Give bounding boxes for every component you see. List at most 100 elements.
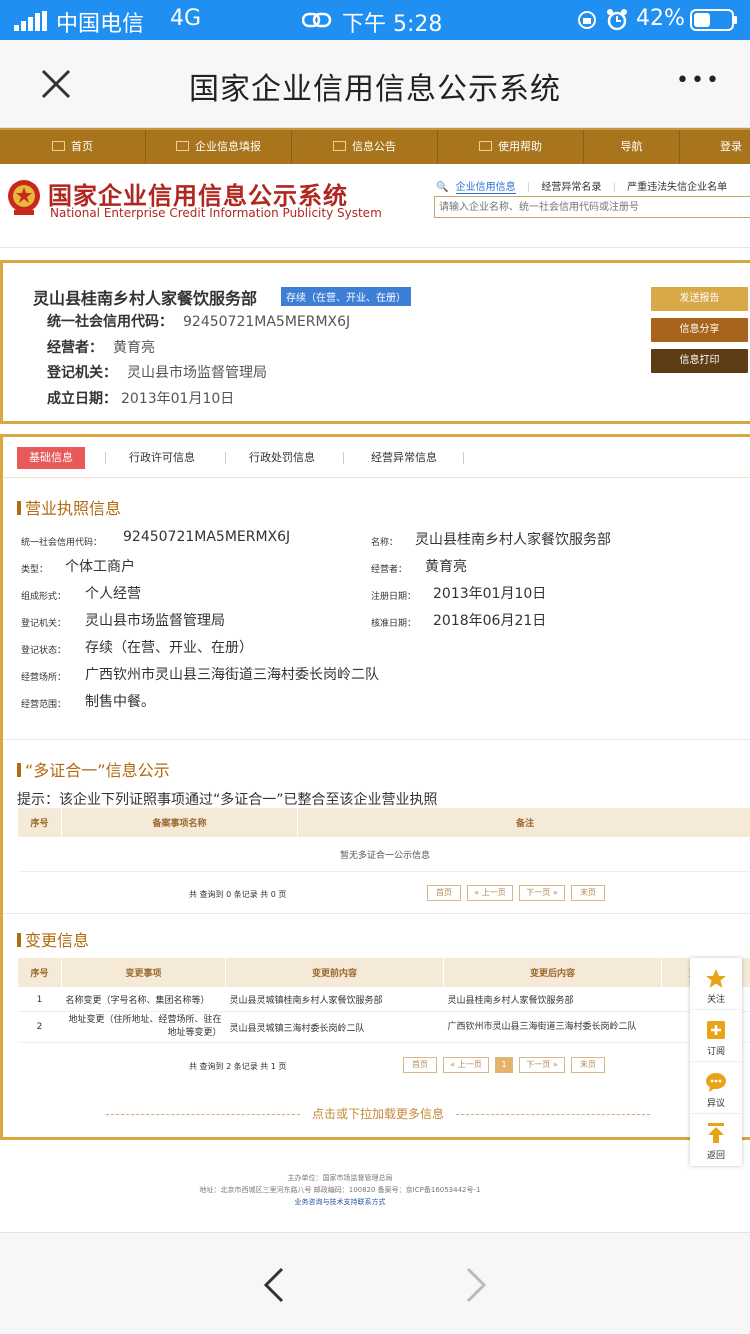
- footer-organizer: 主办单位：国家市场监督管理总局: [287, 1174, 393, 1182]
- signal-icon: [14, 11, 47, 31]
- field-value: 广西钦州市灵山县三海街道三海村委长岗岭二队: [85, 667, 379, 683]
- more-menu-button[interactable]: •••: [676, 68, 721, 93]
- orientation-lock-icon: [578, 11, 596, 29]
- pager-next[interactable]: 下一页 »: [519, 1057, 565, 1073]
- status-badge: 存续（在营、开业、在册）: [281, 287, 411, 306]
- col-header: 备注: [297, 807, 750, 838]
- pager-last[interactable]: 末页: [571, 885, 605, 901]
- browser-nav-bar: 国家企业信用信息公示系统 •••: [0, 40, 750, 128]
- cell-no: 1: [17, 987, 62, 1012]
- col-header: 变更前内容: [225, 957, 444, 988]
- authority-label: 登记机关：: [47, 365, 117, 381]
- link-abnormal-list[interactable]: 经营异常名录: [541, 182, 601, 193]
- menu-item-label: 信息公告: [352, 140, 396, 153]
- menu-item-notice[interactable]: 信息公告: [292, 130, 438, 164]
- follow-button[interactable]: 关注: [690, 958, 742, 1010]
- carrier-text: 中国电信: [56, 12, 145, 37]
- search-icon: 🔍: [436, 182, 449, 193]
- field-label: 类型：: [21, 565, 49, 575]
- menu-item-label: 使用帮助: [498, 140, 542, 153]
- credit-code-label: 统一社会信用代码：: [47, 314, 173, 330]
- changes-table: 序号 变更事项 变更前内容 变更后内容 变更日期 1 名称变更（字号名称、集团名…: [17, 957, 750, 1043]
- cell-item: 地址变更（住所地址、经营场所、驻在地址等变更）: [61, 1011, 226, 1043]
- print-info-button[interactable]: 信息打印: [651, 349, 748, 373]
- monitor-icon: [52, 141, 65, 151]
- pager-prev[interactable]: « 上一页: [467, 885, 513, 901]
- document-icon: [333, 141, 346, 151]
- network-type: 4G: [170, 6, 202, 31]
- tab-basic-info[interactable]: 基础信息: [17, 447, 85, 469]
- col-header: 变更事项: [61, 957, 226, 988]
- field-value: 2013年01月10日: [433, 586, 547, 602]
- site-menu-bar: 首页 企业信息填报 信息公告 使用帮助 导航 登录: [0, 128, 750, 164]
- pager-last[interactable]: 末页: [571, 1057, 605, 1073]
- load-more-button[interactable]: 点击或下拉加载更多信息: [3, 1105, 750, 1122]
- objection-button[interactable]: 异议: [690, 1062, 742, 1114]
- status-bar: 中国电信 4G 下午 5:28 42%: [0, 0, 750, 40]
- company-name: 灵山县桂南乡村人家餐饮服务部: [33, 289, 258, 308]
- page-title: 国家企业信用信息公示系统: [189, 72, 561, 107]
- menu-item-label: 登录: [720, 140, 742, 153]
- cell-item: 名称变更（字号名称、集团名称等）: [61, 987, 226, 1012]
- menu-item-help[interactable]: 使用帮助: [438, 130, 584, 164]
- menu-item-navigation[interactable]: 导航: [584, 130, 680, 164]
- floating-action-bar: 关注 订阅 异议 返回: [690, 958, 742, 1166]
- tab-admin-penalty[interactable]: 行政处罚信息: [249, 447, 315, 469]
- operator-line: 经营者： 黄育亮: [47, 337, 155, 357]
- operator-label: 经营者：: [47, 340, 103, 356]
- table-row: 1 名称变更（字号名称、集团名称等） 灵山县灵城镇桂南乡村人家餐饮服务部 灵山县…: [17, 987, 750, 1012]
- search-input[interactable]: [434, 196, 750, 218]
- cell-before: 灵山县灵城镇三海村委长岗岭二队: [225, 1011, 444, 1043]
- field-label: 注册日期：: [371, 592, 417, 602]
- table-row: 暂无多证合一公示信息: [17, 837, 750, 872]
- share-info-button[interactable]: 信息分享: [651, 318, 748, 342]
- field-value: 灵山县桂南乡村人家餐饮服务部: [415, 532, 611, 548]
- menu-item-report[interactable]: 企业信息填报: [146, 130, 292, 164]
- battery-percent: 42%: [636, 6, 685, 31]
- subscribe-label: 订阅: [706, 1047, 725, 1057]
- back-to-top-button[interactable]: 返回: [690, 1114, 742, 1166]
- menu-item-login[interactable]: 登录: [680, 130, 750, 164]
- forward-arrow-icon[interactable]: [464, 1267, 488, 1303]
- field-value: 个人经营: [85, 586, 141, 602]
- cell-no: 2: [17, 1011, 62, 1043]
- pager-first[interactable]: 首页: [427, 885, 461, 901]
- pager-info: 共 查询到 2 条记录 共 1 页: [189, 1062, 287, 1071]
- field-label: 经营者：: [371, 565, 408, 575]
- footer-contact-link[interactable]: 业务咨询与技术支持联系方式: [0, 1196, 680, 1208]
- site-title-en: National Enterprise Credit Information P…: [50, 206, 382, 220]
- back-label: 返回: [706, 1151, 725, 1161]
- star-icon: [706, 969, 726, 988]
- pager-prev[interactable]: « 上一页: [443, 1057, 489, 1073]
- field-label: 核准日期：: [371, 619, 417, 629]
- pager-current-page[interactable]: 1: [495, 1057, 513, 1073]
- link-credit-info[interactable]: 企业信用信息: [455, 182, 516, 194]
- comment-icon: [706, 1073, 726, 1092]
- col-header: 序号: [17, 807, 62, 838]
- objection-label: 异议: [706, 1099, 725, 1109]
- megaphone-icon: [479, 141, 492, 151]
- menu-item-home[interactable]: 首页: [0, 130, 146, 164]
- detail-panel: 基础信息 行政许可信息 行政处罚信息 经营异常信息 营业执照信息 统一社会信用代…: [0, 434, 750, 1140]
- send-report-button[interactable]: 发送报告: [651, 287, 748, 311]
- table-row: 2 地址变更（住所地址、经营场所、驻在地址等变更） 灵山县灵城镇三海村委长岗岭二…: [17, 1011, 750, 1043]
- table-header-row: 序号 备案事项名称 备注: [17, 807, 750, 838]
- pager-first[interactable]: 首页: [403, 1057, 437, 1073]
- founded-line: 成立日期： 2013年01月10日: [47, 388, 234, 408]
- follow-label: 关注: [706, 995, 725, 1005]
- field-label: 登记状态：: [21, 646, 67, 656]
- tab-abnormal-operation[interactable]: 经营异常信息: [371, 447, 437, 469]
- footer-address: 地址：北京市西城区三里河东路八号 邮政编码：100820 备案号：京ICP备16…: [199, 1186, 481, 1194]
- tab-admin-license[interactable]: 行政许可信息: [129, 447, 195, 469]
- authority-value: 灵山县市场监督管理局: [127, 365, 267, 381]
- load-more-label: 点击或下拉加载更多信息: [311, 1107, 444, 1121]
- pager-info: 共 查询到 0 条记录 共 0 页: [189, 890, 287, 899]
- founded-label: 成立日期：: [47, 391, 117, 407]
- subscribe-button[interactable]: 订阅: [690, 1010, 742, 1062]
- pager-next[interactable]: 下一页 »: [519, 885, 565, 901]
- field-label: 组成形式：: [21, 592, 67, 602]
- field-label: 经营范围：: [21, 700, 67, 710]
- link-dishonest-list[interactable]: 严重违法失信企业名单: [627, 182, 727, 193]
- field-label: 统一社会信用代码：: [21, 538, 103, 548]
- back-arrow-icon[interactable]: [262, 1267, 286, 1303]
